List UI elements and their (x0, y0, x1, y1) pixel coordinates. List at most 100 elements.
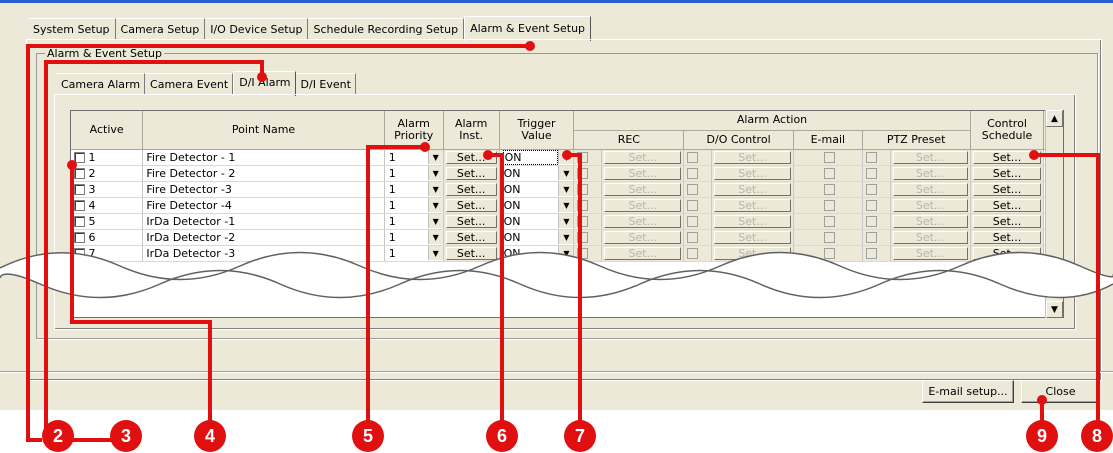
trigger-value-dropdown[interactable]: ON ▼ (499, 197, 575, 214)
email-check-cell[interactable] (793, 213, 863, 230)
ptz-preset-set-button[interactable]: Set... (892, 230, 968, 244)
point-name-cell[interactable]: IrDa Detector -2 (142, 229, 385, 246)
email-check-cell[interactable] (793, 181, 863, 198)
control-schedule-set-button[interactable]: Set... (972, 182, 1042, 196)
do-control-set-button[interactable]: Set... (714, 150, 791, 164)
tab-io-device-setup[interactable]: I/O Device Setup (205, 18, 309, 40)
rec-set-button[interactable]: Set... (604, 198, 682, 212)
trigger-value-dropdown[interactable]: ON ▼ (499, 149, 575, 166)
dropdown-arrow-icon[interactable]: ▼ (558, 198, 573, 212)
rec-set-button[interactable]: Set... (604, 150, 682, 164)
do-control-checkbox[interactable] (687, 168, 699, 179)
trigger-value-dropdown[interactable]: ON ▼ (499, 181, 575, 198)
ptz-preset-set-button[interactable]: Set... (892, 150, 968, 164)
control-schedule-set-button[interactable]: Set... (972, 230, 1042, 244)
active-cell[interactable]: 6 (71, 229, 144, 246)
rec-check-cell[interactable] (573, 213, 603, 230)
do-control-checkbox[interactable] (687, 216, 699, 227)
ptz-preset-set-button[interactable]: Set... (892, 214, 968, 228)
email-checkbox[interactable] (823, 232, 835, 243)
active-cell[interactable]: 4 (71, 197, 144, 214)
ptz-check-cell[interactable] (862, 229, 891, 246)
dropdown-arrow-icon[interactable]: ▼ (558, 214, 573, 228)
ptz-check-cell[interactable] (862, 213, 891, 230)
alarm-priority-dropdown[interactable]: 1 ▼ (384, 149, 444, 166)
rec-checkbox[interactable] (577, 168, 589, 179)
dropdown-arrow-icon[interactable]: ▼ (427, 166, 443, 180)
email-check-cell[interactable] (793, 165, 863, 182)
rec-set-button[interactable]: Set... (604, 166, 682, 180)
rec-checkbox[interactable] (577, 152, 589, 163)
rec-check-cell[interactable] (573, 197, 603, 214)
tab-camera-event[interactable]: Camera Event (145, 73, 234, 95)
rec-check-cell[interactable] (573, 229, 603, 246)
email-check-cell[interactable] (793, 229, 863, 246)
point-name-cell[interactable]: IrDa Detector -1 (142, 213, 385, 230)
alarm-inst-set-button[interactable]: Set... (445, 198, 497, 212)
rec-checkbox[interactable] (577, 200, 589, 211)
do-control-checkbox[interactable] (687, 200, 699, 211)
dropdown-arrow-icon[interactable]: ▼ (427, 198, 443, 212)
ptz-check-cell[interactable] (862, 181, 891, 198)
ptz-check-cell[interactable] (862, 165, 891, 182)
do-control-checkbox[interactable] (687, 232, 699, 243)
email-checkbox[interactable] (823, 184, 835, 195)
trigger-value-dropdown[interactable]: ON ▼ (499, 229, 575, 246)
rec-check-cell[interactable] (573, 181, 603, 198)
close-button[interactable]: Close (1021, 380, 1100, 403)
alarm-priority-dropdown[interactable]: 1 ▼ (384, 197, 444, 214)
ptz-preset-checkbox[interactable] (865, 200, 877, 211)
point-name-cell[interactable]: Fire Detector -3 (142, 181, 385, 198)
point-name-cell[interactable]: Fire Detector -4 (142, 197, 385, 214)
rec-set-button[interactable]: Set... (604, 214, 682, 228)
email-checkbox[interactable] (823, 216, 835, 227)
email-check-cell[interactable] (793, 197, 863, 214)
dropdown-arrow-icon[interactable]: ▼ (427, 182, 443, 196)
do-check-cell[interactable] (683, 213, 713, 230)
alarm-inst-set-button[interactable]: Set... (445, 166, 497, 180)
alarm-inst-set-button[interactable]: Set... (445, 182, 497, 196)
do-control-set-button[interactable]: Set... (714, 198, 791, 212)
tab-di-event[interactable]: D/I Event (295, 73, 356, 95)
control-schedule-set-button[interactable]: Set... (972, 150, 1042, 164)
scroll-up-arrow-icon[interactable]: ▲ (1046, 110, 1063, 127)
tab-system-setup[interactable]: System Setup (28, 18, 116, 40)
email-checkbox[interactable] (823, 152, 835, 163)
control-schedule-set-button[interactable]: Set... (972, 166, 1042, 180)
email-checkbox[interactable] (823, 168, 835, 179)
dropdown-arrow-icon[interactable]: ▼ (427, 214, 443, 228)
alarm-inst-set-button[interactable]: Set... (445, 230, 497, 244)
rec-set-button[interactable]: Set... (604, 230, 682, 244)
rec-checkbox[interactable] (577, 232, 589, 243)
do-check-cell[interactable] (683, 165, 713, 182)
rec-check-cell[interactable] (573, 149, 603, 166)
rec-checkbox[interactable] (577, 184, 589, 195)
do-check-cell[interactable] (683, 229, 713, 246)
rec-check-cell[interactable] (573, 165, 603, 182)
ptz-preset-checkbox[interactable] (865, 184, 877, 195)
ptz-preset-set-button[interactable]: Set... (892, 198, 968, 212)
email-checkbox[interactable] (823, 200, 835, 211)
rec-checkbox[interactable] (577, 216, 589, 227)
active-checkbox[interactable] (74, 168, 85, 179)
do-control-set-button[interactable]: Set... (714, 166, 791, 180)
alarm-inst-set-button[interactable]: Set... (445, 214, 497, 228)
ptz-preset-set-button[interactable]: Set... (892, 182, 968, 196)
trigger-value-dropdown[interactable]: ON ▼ (499, 213, 575, 230)
active-cell[interactable]: 1 (71, 149, 144, 166)
tab-di-alarm[interactable]: D/I Alarm (233, 71, 296, 96)
rec-set-button[interactable]: Set... (604, 182, 682, 196)
email-check-cell[interactable] (793, 149, 863, 166)
active-cell[interactable]: 3 (71, 181, 144, 198)
ptz-preset-set-button[interactable]: Set... (892, 166, 968, 180)
point-name-cell[interactable]: Fire Detector - 2 (142, 165, 385, 182)
active-checkbox[interactable] (74, 232, 85, 243)
active-checkbox[interactable] (74, 152, 85, 163)
do-check-cell[interactable] (683, 197, 713, 214)
dropdown-arrow-icon[interactable]: ▼ (427, 230, 443, 244)
do-control-set-button[interactable]: Set... (714, 182, 791, 196)
email-setup-button[interactable]: E-mail setup... (922, 380, 1014, 403)
trigger-value-dropdown[interactable]: ON ▼ (499, 165, 575, 182)
ptz-preset-checkbox[interactable] (865, 168, 877, 179)
active-checkbox[interactable] (74, 184, 85, 195)
